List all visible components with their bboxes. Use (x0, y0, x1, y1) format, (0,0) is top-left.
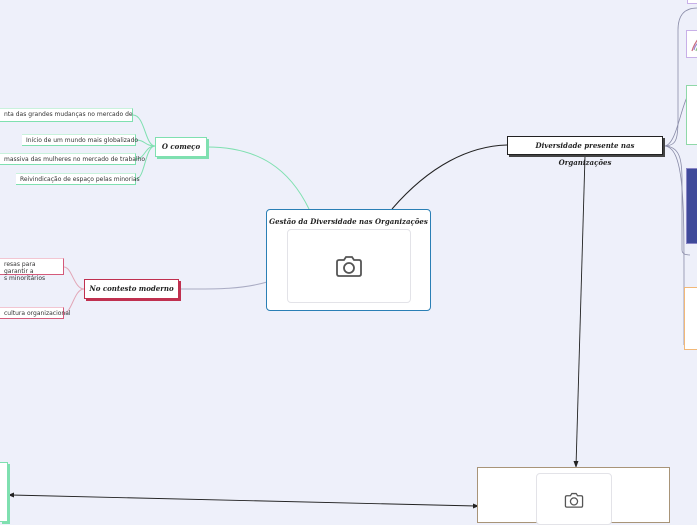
plant-icon (691, 39, 697, 52)
right-node-1[interactable] (687, 0, 697, 4)
leaf-contesto-1[interactable]: resas para garantir a s minoritários (0, 258, 64, 282)
central-node[interactable]: Gestão da Diversidade nas Organizações (266, 209, 431, 311)
leaf-comeco-1[interactable]: nta das grandes mudanças no mercado de (0, 108, 133, 122)
camera-icon (336, 256, 362, 277)
leaf-comeco-2[interactable]: Início de um mundo mais globalizado (22, 134, 138, 146)
bottom-image-placeholder[interactable] (536, 473, 612, 525)
right-node-3[interactable] (686, 85, 697, 145)
right-node-5[interactable] (684, 287, 697, 350)
image-placeholder[interactable] (287, 229, 411, 303)
right-node-2[interactable] (686, 30, 697, 58)
topic-diversidade-presente[interactable]: Diversidade presente nas Organizações (507, 136, 663, 167)
bottom-image-node[interactable] (477, 467, 670, 525)
leaf-contesto-1-line1: resas para garantir a (4, 261, 36, 276)
leaf-contesto-2[interactable]: cultura organizacional (0, 307, 71, 319)
leaf-comeco-3[interactable]: massiva das mulheres no mercado de traba… (0, 153, 145, 165)
leaf-contesto-1-line2: s minoritários (4, 275, 46, 283)
right-node-4[interactable] (686, 168, 697, 244)
left-bottom-node[interactable] (0, 462, 8, 522)
topic-o-comeco[interactable]: O começo (155, 137, 207, 157)
leaf-comeco-4[interactable]: Reivindicação de espaço pelas minorias (16, 173, 140, 185)
topic-no-contesto-moderno[interactable]: No contesto moderno (84, 279, 179, 299)
central-title: Gestão da Diversidade nas Organizações (269, 217, 428, 226)
camera-icon (564, 492, 584, 508)
